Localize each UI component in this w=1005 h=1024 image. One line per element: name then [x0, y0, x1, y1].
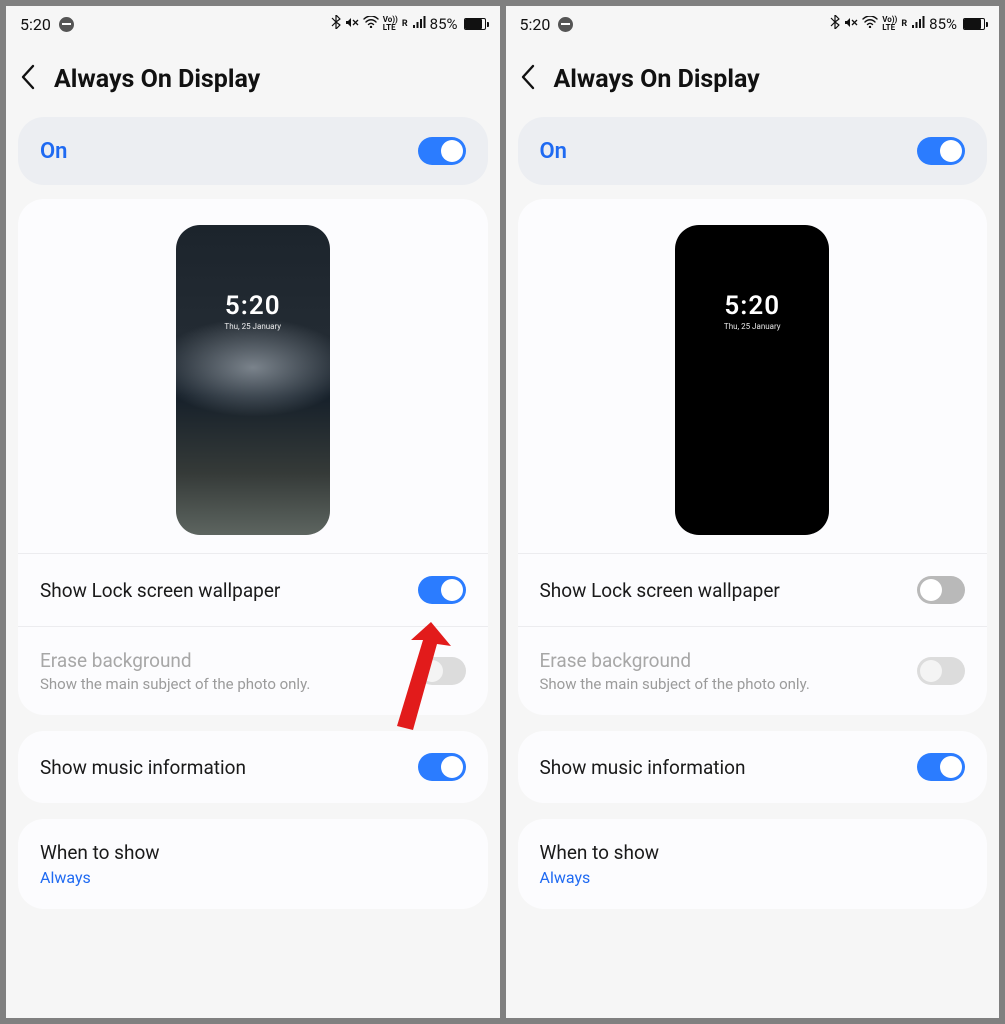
aod-preview[interactable]: 5:20 Thu, 25 January	[675, 225, 829, 535]
page-title: Always On Display	[54, 65, 260, 94]
preview-time: 5:20	[176, 291, 330, 321]
preview-time: 5:20	[675, 291, 829, 321]
erase-sub: Show the main subject of the photo only.	[540, 675, 810, 693]
music-label: Show music information	[540, 756, 746, 779]
master-toggle-row[interactable]: On	[18, 117, 488, 185]
when-to-show-row[interactable]: When to show Always	[518, 819, 988, 909]
music-toggle[interactable]	[418, 753, 466, 781]
erase-background-row: Erase background Show the main subject o…	[40, 627, 466, 715]
erase-toggle	[418, 657, 466, 685]
wifi-icon	[862, 16, 878, 32]
master-toggle[interactable]	[917, 137, 965, 165]
show-wallpaper-toggle[interactable]	[418, 576, 466, 604]
master-toggle-label: On	[540, 139, 567, 164]
dnd-icon	[558, 17, 573, 32]
phone-screenshot-right: 5:20 Vo))LTE R 85% Always On Disp	[506, 6, 1000, 1018]
preview-card: 5:20 Thu, 25 January Show Lock screen wa…	[518, 199, 988, 715]
battery-text: 85%	[929, 15, 957, 33]
music-toggle[interactable]	[917, 753, 965, 781]
erase-label: Erase background	[40, 649, 310, 672]
master-toggle[interactable]	[418, 137, 466, 165]
page-title: Always On Display	[554, 65, 760, 94]
master-toggle-row[interactable]: On	[518, 117, 988, 185]
volte-icon: Vo))LTE	[383, 16, 398, 32]
mute-icon	[345, 16, 359, 33]
when-label: When to show	[40, 841, 466, 864]
master-toggle-label: On	[40, 139, 67, 164]
battery-text: 85%	[430, 15, 458, 33]
signal-r-icon: R	[402, 19, 408, 29]
erase-sub: Show the main subject of the photo only.	[40, 675, 310, 693]
erase-toggle	[917, 657, 965, 685]
battery-icon	[464, 18, 486, 30]
status-icons: Vo))LTE R 85%	[830, 15, 985, 33]
show-wallpaper-row[interactable]: Show Lock screen wallpaper	[540, 554, 966, 626]
back-button[interactable]	[20, 64, 36, 95]
mute-icon	[844, 16, 858, 33]
bluetooth-icon	[830, 15, 840, 33]
aod-preview[interactable]: 5:20 Thu, 25 January	[176, 225, 330, 535]
show-wallpaper-label: Show Lock screen wallpaper	[540, 579, 780, 602]
signal-r-icon: R	[901, 19, 907, 29]
music-info-row[interactable]: Show music information	[518, 731, 988, 803]
signal-icon	[911, 16, 925, 32]
preview-date: Thu, 25 January	[675, 322, 829, 331]
page-header: Always On Display	[6, 42, 500, 117]
volte-icon: Vo))LTE	[882, 16, 897, 32]
preview-card: 5:20 Thu, 25 January Show Lock screen wa…	[18, 199, 488, 715]
status-bar: 5:20 Vo))LTE R 85%	[6, 6, 500, 42]
erase-label: Erase background	[540, 649, 810, 672]
signal-icon	[412, 16, 426, 32]
preview-date: Thu, 25 January	[176, 322, 330, 331]
show-wallpaper-row[interactable]: Show Lock screen wallpaper	[40, 554, 466, 626]
status-time: 5:20	[20, 15, 51, 34]
bluetooth-icon	[331, 15, 341, 33]
erase-background-row: Erase background Show the main subject o…	[540, 627, 966, 715]
back-button[interactable]	[520, 64, 536, 95]
when-value: Always	[40, 868, 466, 887]
when-label: When to show	[540, 841, 966, 864]
page-header: Always On Display	[506, 42, 1000, 117]
wifi-icon	[363, 16, 379, 32]
show-wallpaper-label: Show Lock screen wallpaper	[40, 579, 280, 602]
battery-icon	[963, 18, 985, 30]
music-info-row[interactable]: Show music information	[18, 731, 488, 803]
music-label: Show music information	[40, 756, 246, 779]
when-value: Always	[540, 868, 966, 887]
dnd-icon	[59, 17, 74, 32]
phone-screenshot-left: 5:20 Vo))LTE R 85% Always On Disp	[6, 6, 500, 1018]
status-bar: 5:20 Vo))LTE R 85%	[506, 6, 1000, 42]
when-to-show-row[interactable]: When to show Always	[18, 819, 488, 909]
show-wallpaper-toggle[interactable]	[917, 576, 965, 604]
status-time: 5:20	[520, 15, 551, 34]
status-icons: Vo))LTE R 85%	[331, 15, 486, 33]
